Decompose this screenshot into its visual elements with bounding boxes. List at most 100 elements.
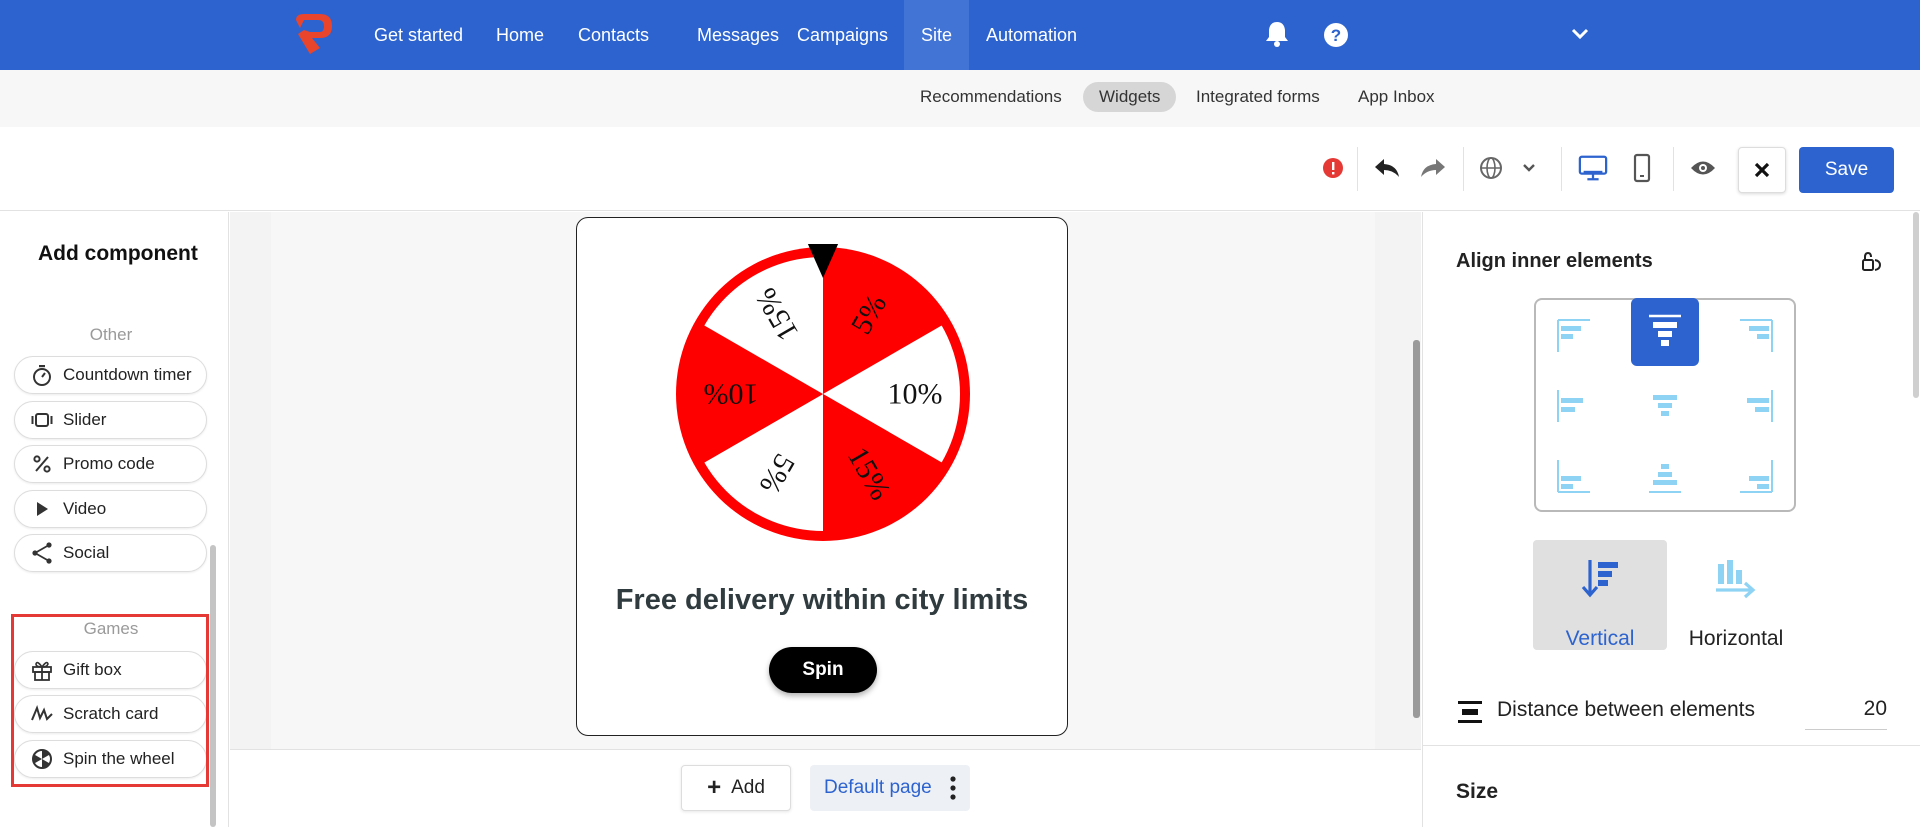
nav-contacts[interactable]: Contacts bbox=[561, 0, 666, 70]
add-label: Add bbox=[731, 777, 765, 798]
align-bottom-left[interactable] bbox=[1540, 442, 1608, 510]
align-top-center-icon bbox=[1649, 314, 1681, 346]
help-icon[interactable]: ? bbox=[1323, 22, 1349, 48]
alignment-grid bbox=[1534, 298, 1796, 512]
spin-button[interactable]: Spin bbox=[769, 647, 877, 693]
component-label: Promo code bbox=[63, 454, 155, 473]
align-bottom-right[interactable] bbox=[1722, 442, 1790, 510]
toolbar-divider bbox=[1357, 147, 1358, 191]
globe-icon[interactable] bbox=[1476, 153, 1506, 183]
more-icon[interactable] bbox=[950, 775, 956, 801]
percent-icon bbox=[31, 453, 53, 475]
unlock-icon[interactable] bbox=[1860, 252, 1882, 272]
default-page-tab[interactable]: Default page bbox=[810, 765, 970, 811]
undo-icon[interactable] bbox=[1372, 153, 1402, 183]
play-icon bbox=[31, 498, 53, 520]
add-page-button[interactable]: + Add bbox=[681, 765, 791, 811]
component-slider[interactable]: Slider bbox=[14, 401, 207, 439]
slider-icon bbox=[31, 409, 53, 431]
editor-toolbar: Save bbox=[0, 127, 1920, 211]
align-top-left-icon bbox=[1557, 319, 1590, 352]
top-nav: Get started Home Contacts Messages Campa… bbox=[0, 0, 1920, 70]
subnav-app-inbox[interactable]: App Inbox bbox=[1342, 82, 1451, 112]
svg-text:?: ? bbox=[1331, 26, 1341, 45]
toolbar-divider bbox=[1561, 147, 1562, 191]
align-bottom-right-icon bbox=[1740, 460, 1773, 493]
nav-get-started[interactable]: Get started bbox=[357, 0, 480, 70]
close-button[interactable] bbox=[1738, 147, 1786, 193]
prize-wheel[interactable]: 5%10%15%5%10%15% bbox=[673, 244, 973, 544]
component-promo-code[interactable]: Promo code bbox=[14, 445, 207, 483]
chevron-down-icon[interactable] bbox=[1570, 26, 1590, 42]
canvas-scrollbar[interactable] bbox=[1413, 340, 1420, 718]
page-bar: + Add Default page bbox=[230, 749, 1421, 827]
direction-vertical-label[interactable]: Vertical bbox=[1533, 627, 1667, 651]
panel-scrollbar[interactable] bbox=[210, 545, 216, 827]
toolbar-divider bbox=[1673, 147, 1674, 191]
share-icon bbox=[31, 542, 53, 564]
eye-icon[interactable] bbox=[1688, 153, 1718, 183]
distance-row: Distance between elements 20 bbox=[1457, 690, 1887, 730]
error-icon[interactable] bbox=[1318, 153, 1348, 183]
panel-title: Add component bbox=[38, 242, 198, 265]
nav-site[interactable]: Site bbox=[904, 0, 970, 70]
align-title: Align inner elements bbox=[1456, 250, 1653, 272]
align-middle-right[interactable] bbox=[1722, 372, 1790, 440]
save-button[interactable]: Save bbox=[1799, 147, 1894, 193]
timer-icon bbox=[31, 364, 53, 386]
chevron-down-icon[interactable] bbox=[1514, 153, 1544, 183]
logo-icon[interactable] bbox=[290, 12, 336, 56]
align-top-center[interactable] bbox=[1631, 298, 1699, 366]
subnav-widgets[interactable]: Widgets bbox=[1083, 82, 1177, 112]
close-icon bbox=[1754, 162, 1770, 178]
component-label: Slider bbox=[63, 410, 107, 429]
horizontal-direction-icon bbox=[1716, 560, 1756, 599]
redo-icon[interactable] bbox=[1418, 153, 1448, 183]
align-middle-left[interactable] bbox=[1540, 372, 1608, 440]
align-middle-center-icon bbox=[1653, 395, 1677, 416]
subnav-integrated-forms[interactable]: Integrated forms bbox=[1180, 82, 1336, 112]
plus-icon: + bbox=[707, 774, 722, 801]
subnav-recommendations[interactable]: Recommendations bbox=[904, 82, 1078, 112]
wheel-segment-label: 10% bbox=[704, 378, 759, 411]
align-middle-center[interactable] bbox=[1631, 372, 1699, 440]
align-bottom-center-icon bbox=[1649, 464, 1681, 493]
games-highlight-box bbox=[11, 614, 209, 787]
align-top-right-icon bbox=[1740, 319, 1773, 352]
component-countdown-timer[interactable]: Countdown timer bbox=[14, 356, 207, 394]
align-top-left[interactable] bbox=[1540, 302, 1608, 370]
nav-messages[interactable]: Messages bbox=[680, 0, 796, 70]
size-title: Size bbox=[1456, 780, 1499, 803]
nav-home[interactable]: Home bbox=[479, 0, 561, 70]
group-label-other: Other bbox=[89, 325, 133, 344]
vertical-direction-icon bbox=[1581, 560, 1618, 598]
align-middle-left-icon bbox=[1557, 390, 1583, 422]
align-middle-right-icon bbox=[1747, 390, 1773, 422]
panel-scrollbar[interactable] bbox=[1913, 212, 1919, 398]
component-label: Countdown timer bbox=[63, 365, 192, 384]
mobile-icon[interactable] bbox=[1627, 153, 1657, 183]
page-label: Default page bbox=[824, 777, 932, 798]
align-bottom-left-icon bbox=[1557, 460, 1590, 493]
spin-wheel-widget[interactable]: 5% 10% 15% 5% 10% 15% Free delivery within ci… bbox=[576, 217, 1068, 736]
align-top-right[interactable] bbox=[1722, 302, 1790, 370]
nav-automation[interactable]: Automation bbox=[969, 0, 1094, 70]
distance-input[interactable]: 20 bbox=[1805, 690, 1887, 730]
component-label: Social bbox=[63, 543, 110, 562]
wheel-segment-label: 10% bbox=[888, 378, 943, 411]
distance-label: Distance between elements bbox=[1497, 698, 1755, 721]
bell-icon[interactable] bbox=[1264, 20, 1290, 48]
nav-campaigns[interactable]: Campaigns bbox=[780, 0, 905, 70]
component-video[interactable]: Video bbox=[14, 490, 207, 528]
align-bottom-center[interactable] bbox=[1631, 442, 1699, 510]
desktop-icon[interactable] bbox=[1578, 153, 1608, 183]
toolbar-divider bbox=[1463, 147, 1464, 191]
sub-nav: Recommendations Widgets Integrated forms… bbox=[0, 70, 1920, 127]
widget-title[interactable]: Free delivery within city limits bbox=[577, 584, 1067, 617]
direction-horizontal-label[interactable]: Horizontal bbox=[1669, 627, 1803, 651]
section-divider bbox=[1423, 745, 1920, 746]
component-label: Video bbox=[63, 499, 107, 518]
properties-panel: Align inner elements Vertical Horizontal… bbox=[1422, 212, 1920, 827]
spacing-icon bbox=[1458, 701, 1482, 723]
component-social[interactable]: Social bbox=[14, 534, 207, 572]
